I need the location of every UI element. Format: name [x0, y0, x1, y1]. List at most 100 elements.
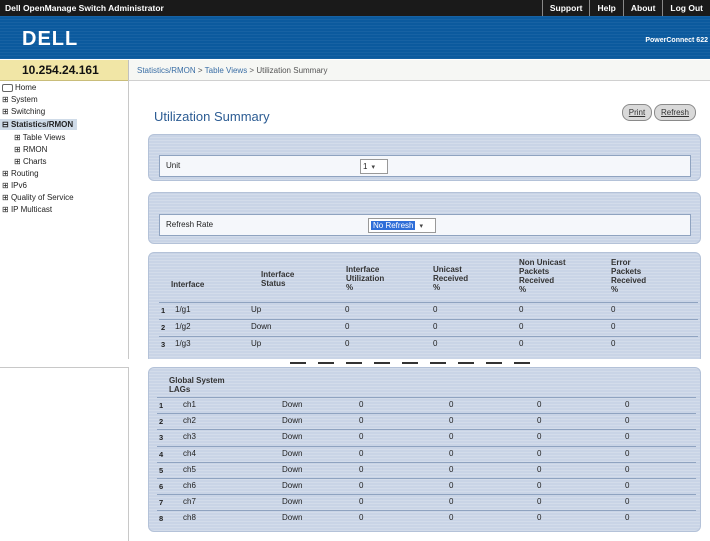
break-dash: [290, 362, 306, 364]
table-row[interactable]: 1 1/g1 Up 0 0 0 0: [159, 302, 698, 317]
sidebar-item-statistics-rmon[interactable]: ⊟ Statistics/RMON: [0, 119, 78, 130]
app-title: Dell OpenManage Switch Administrator: [5, 3, 164, 13]
break-dash: [318, 362, 334, 364]
row-number: 2: [159, 417, 164, 427]
page-title: Utilization Summary: [154, 109, 270, 124]
plus-icon: ⊞: [14, 157, 23, 166]
plus-icon: ⊞: [2, 95, 11, 104]
unicast-cell: 0: [449, 497, 454, 507]
interface-cell: 1/g1: [175, 305, 191, 314]
nonunicast-cell: 0: [537, 497, 542, 507]
table-row[interactable]: 4 ch4 Down 0 0 0 0: [157, 445, 696, 461]
table-row[interactable]: 2 ch2 Down 0 0 0 0: [157, 413, 696, 428]
table-row[interactable]: 2 1/g2 Down 0 0 0 0: [159, 319, 698, 334]
row-number: 3: [159, 433, 164, 443]
status-cell: Up: [251, 305, 262, 314]
table-row[interactable]: 1 ch1 Down 0 0 0 0: [157, 397, 696, 412]
sidebar-item-label: RMON: [22, 145, 48, 154]
break-dash: [430, 362, 446, 364]
breadcrumb-statistics[interactable]: Statistics/RMON: [137, 66, 196, 75]
sidebar-item-qos[interactable]: ⊞ Quality of Service: [2, 193, 74, 202]
util-cell: 0: [359, 448, 364, 458]
unit-label: Unit: [166, 161, 181, 170]
sidebar-item-label: Switching: [10, 107, 46, 116]
status-cell: Down: [282, 513, 303, 523]
break-dash: [458, 362, 474, 364]
lags-header: Global System LAGs: [169, 376, 225, 394]
unit-panel: Unit 1 ▾: [148, 134, 701, 181]
unicast-cell: 0: [449, 481, 454, 490]
sidebar-item-label: System: [10, 95, 38, 104]
util-cell: 0: [359, 464, 364, 474]
status-cell: Down: [282, 432, 303, 442]
sidebar-item-switching[interactable]: ⊞ Switching: [2, 107, 45, 116]
util-cell: 0: [359, 416, 364, 426]
breadcrumb-table-views[interactable]: Table Views: [205, 66, 248, 75]
status-cell: Down: [251, 322, 272, 331]
iface-cell: ch2: [183, 416, 196, 426]
plus-icon: ⊞: [2, 169, 11, 178]
table-row[interactable]: 3 1/g3 Up 0 0 0 0: [159, 336, 698, 351]
unicast-cell: 0: [449, 513, 454, 523]
sidebar-item-ipv6[interactable]: ⊞ IPv6: [2, 181, 27, 190]
sidebar-item-routing[interactable]: ⊞ Routing: [2, 169, 39, 178]
refresh-rate-select[interactable]: No Refresh ▾: [368, 218, 436, 233]
sidebar-lower: [0, 367, 129, 541]
error-cell: 0: [625, 497, 630, 507]
unicast-cell: 0: [449, 464, 454, 474]
refresh-rate-row: Refresh Rate No Refresh ▾: [159, 214, 691, 236]
nonunicast-cell: 0: [537, 481, 542, 490]
column-header-unicast: Unicast Received %: [433, 265, 469, 292]
sidebar-item-label: Home: [15, 83, 37, 92]
print-button[interactable]: Print: [622, 104, 652, 121]
help-link[interactable]: Help: [589, 0, 622, 16]
unicast-cell: 0: [433, 339, 438, 348]
plus-icon: ⊞: [14, 145, 23, 154]
sidebar-item-label: Charts: [22, 157, 47, 166]
sidebar-item-rmon[interactable]: ⊞ RMON: [14, 145, 47, 154]
error-cell: 0: [625, 400, 630, 409]
dell-logo: DELL: [22, 28, 79, 50]
unit-select[interactable]: 1 ▾: [360, 159, 388, 174]
unit-value: 1: [363, 162, 368, 171]
iface-cell: ch6: [183, 481, 196, 490]
log-out-link[interactable]: Log Out: [662, 0, 710, 16]
util-cell: 0: [359, 432, 364, 442]
break-dash: [346, 362, 362, 364]
header-banner: [0, 16, 710, 59]
sidebar-item-label: IP Multicast: [10, 205, 53, 214]
sidebar-item-system[interactable]: ⊞ System: [2, 95, 38, 104]
sidebar-item-charts[interactable]: ⊞ Charts: [14, 157, 47, 166]
sidebar-item-home[interactable]: Home: [2, 83, 36, 92]
status-cell: Down: [282, 481, 303, 490]
non-unicast-cell: 0: [519, 339, 524, 348]
plus-icon: ⊞: [14, 133, 23, 142]
sidebar-item-ip-multicast[interactable]: ⊞ IP Multicast: [2, 205, 52, 214]
table-row[interactable]: 3 ch3 Down 0 0 0 0: [157, 429, 696, 444]
table-row[interactable]: 7 ch7 Down 0 0 0 0: [157, 494, 696, 509]
error-cell: 0: [611, 322, 616, 331]
table-row[interactable]: 5 ch5 Down 0 0 0 0: [157, 461, 696, 477]
breadcrumb-separator: >: [195, 66, 205, 75]
about-link[interactable]: About: [622, 0, 663, 16]
column-header-error: Error Packets Received %: [611, 258, 647, 294]
row-number: 1: [161, 306, 166, 315]
support-link[interactable]: Support: [541, 0, 590, 16]
nonunicast-cell: 0: [537, 400, 542, 409]
sidebar-item-label: IPv6: [10, 181, 27, 190]
table-row[interactable]: 6 ch6 Down 0 0 0 0: [157, 478, 696, 493]
top-bar: Dell OpenManage Switch Administrator Sup…: [0, 0, 710, 16]
chevron-down-icon: ▾: [371, 164, 375, 171]
break-dash: [514, 362, 530, 364]
iface-cell: ch8: [183, 513, 196, 523]
break-dash: [486, 362, 502, 364]
refresh-button[interactable]: Refresh: [654, 104, 696, 121]
table-row[interactable]: 8 ch8 Down 0 0 0 0: [157, 510, 696, 525]
row-number: 4: [159, 449, 164, 459]
nonunicast-cell: 0: [537, 432, 542, 442]
row-number: 6: [159, 482, 164, 491]
sidebar-item-table-views[interactable]: ⊞ Table Views: [14, 133, 65, 142]
non-unicast-cell: 0: [519, 322, 524, 331]
refresh-rate-label: Refresh Rate: [166, 220, 214, 229]
refresh-panel: Refresh Rate No Refresh ▾: [148, 192, 701, 244]
